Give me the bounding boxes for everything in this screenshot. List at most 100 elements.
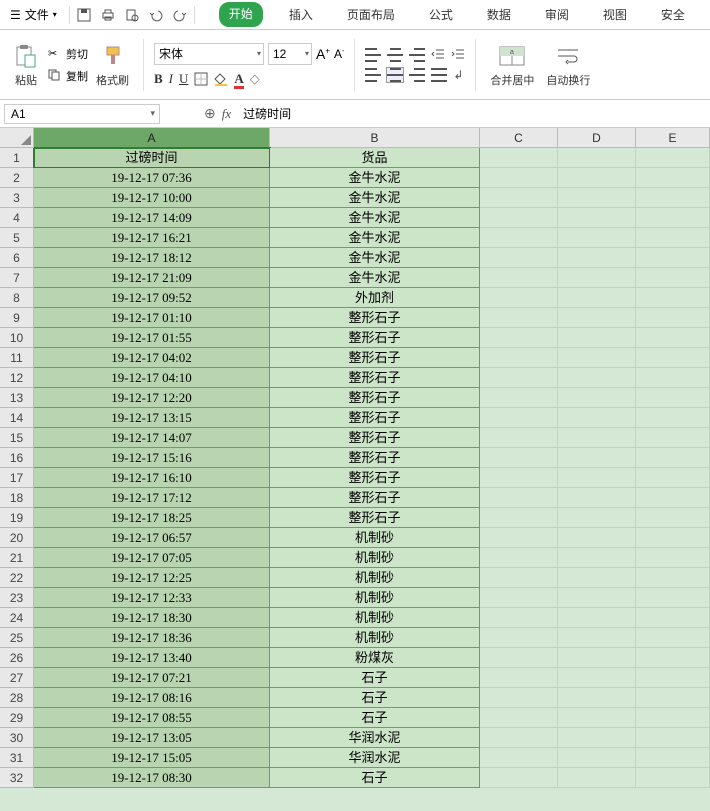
cell[interactable] xyxy=(558,348,636,368)
tab-review[interactable]: 审阅 xyxy=(537,2,577,27)
tab-data[interactable]: 数据 xyxy=(479,2,519,27)
font-name-combo[interactable]: 宋体▾ xyxy=(154,43,264,65)
cell[interactable] xyxy=(558,288,636,308)
cell[interactable] xyxy=(636,348,710,368)
cell[interactable] xyxy=(480,288,558,308)
cell[interactable] xyxy=(636,748,710,768)
row-header[interactable]: 21 xyxy=(0,548,34,568)
cell[interactable] xyxy=(480,508,558,528)
cell[interactable]: 19-12-17 08:30 xyxy=(34,768,270,788)
cell[interactable] xyxy=(558,148,636,168)
cell[interactable] xyxy=(636,248,710,268)
row-header[interactable]: 12 xyxy=(0,368,34,388)
cell[interactable]: 19-12-17 12:33 xyxy=(34,588,270,608)
row-header[interactable]: 18 xyxy=(0,488,34,508)
align-left-icon[interactable] xyxy=(365,68,381,82)
row-header[interactable]: 14 xyxy=(0,408,34,428)
row-header[interactable]: 10 xyxy=(0,328,34,348)
cell[interactable]: 机制砂 xyxy=(270,548,480,568)
col-header-E[interactable]: E xyxy=(636,128,710,148)
col-header-A[interactable]: A xyxy=(34,128,270,148)
cell[interactable] xyxy=(558,248,636,268)
cell[interactable] xyxy=(558,488,636,508)
row-header[interactable]: 32 xyxy=(0,768,34,788)
cell[interactable]: 整形石子 xyxy=(270,328,480,348)
copy-button[interactable]: 复制 xyxy=(48,66,88,86)
cell[interactable] xyxy=(558,528,636,548)
cell[interactable]: 金牛水泥 xyxy=(270,168,480,188)
clear-format-icon[interactable]: ◇ xyxy=(250,71,260,87)
cell[interactable] xyxy=(558,368,636,388)
cell[interactable] xyxy=(636,228,710,248)
cell[interactable] xyxy=(558,548,636,568)
cell[interactable]: 19-12-17 15:16 xyxy=(34,448,270,468)
orientation-icon[interactable]: ↲ xyxy=(453,68,463,82)
cell[interactable]: 整形石子 xyxy=(270,408,480,428)
cell[interactable] xyxy=(480,448,558,468)
cell[interactable]: 整形石子 xyxy=(270,388,480,408)
redo-icon[interactable] xyxy=(172,7,188,23)
cell[interactable] xyxy=(636,488,710,508)
decrease-indent-icon[interactable] xyxy=(431,49,445,61)
cell[interactable] xyxy=(558,708,636,728)
cell[interactable] xyxy=(480,228,558,248)
paste-group[interactable]: 粘贴 xyxy=(8,42,44,88)
cell[interactable]: 19-12-17 21:09 xyxy=(34,268,270,288)
cell[interactable] xyxy=(558,468,636,488)
cell[interactable]: 石子 xyxy=(270,688,480,708)
cell[interactable]: 机制砂 xyxy=(270,588,480,608)
cell[interactable]: 机制砂 xyxy=(270,528,480,548)
cell[interactable]: 19-12-17 07:05 xyxy=(34,548,270,568)
cell[interactable]: 19-12-17 18:36 xyxy=(34,628,270,648)
cell[interactable]: 19-12-17 17:12 xyxy=(34,488,270,508)
cell[interactable] xyxy=(636,628,710,648)
cut-button[interactable]: ✂剪切 xyxy=(48,44,88,64)
tab-start[interactable]: 开始 xyxy=(219,2,263,27)
cell[interactable]: 19-12-17 01:10 xyxy=(34,308,270,328)
cell[interactable] xyxy=(480,488,558,508)
cell[interactable] xyxy=(480,528,558,548)
name-box[interactable]: A1 ▾ xyxy=(4,104,160,124)
cell[interactable] xyxy=(558,448,636,468)
cell[interactable] xyxy=(558,428,636,448)
cell[interactable]: 整形石子 xyxy=(270,508,480,528)
row-header[interactable]: 7 xyxy=(0,268,34,288)
cell[interactable] xyxy=(480,628,558,648)
cell[interactable] xyxy=(480,708,558,728)
cell[interactable] xyxy=(480,328,558,348)
col-header-C[interactable]: C xyxy=(480,128,558,148)
tab-page-layout[interactable]: 页面布局 xyxy=(339,2,403,27)
align-bottom-icon[interactable] xyxy=(409,48,425,62)
row-header[interactable]: 28 xyxy=(0,688,34,708)
cell[interactable] xyxy=(480,688,558,708)
fill-color-button[interactable] xyxy=(214,72,228,86)
cell[interactable] xyxy=(480,388,558,408)
cell[interactable]: 19-12-17 04:02 xyxy=(34,348,270,368)
row-header[interactable]: 3 xyxy=(0,188,34,208)
cell[interactable] xyxy=(480,208,558,228)
row-header[interactable]: 11 xyxy=(0,348,34,368)
underline-button[interactable]: U xyxy=(179,71,188,87)
row-header[interactable]: 16 xyxy=(0,448,34,468)
cell[interactable]: 19-12-17 18:30 xyxy=(34,608,270,628)
cell[interactable] xyxy=(480,748,558,768)
print-preview-icon[interactable] xyxy=(124,7,140,23)
cell[interactable] xyxy=(480,188,558,208)
cell[interactable]: 金牛水泥 xyxy=(270,248,480,268)
row-header[interactable]: 6 xyxy=(0,248,34,268)
cell[interactable]: 19-12-17 16:10 xyxy=(34,468,270,488)
cell[interactable] xyxy=(558,388,636,408)
cell[interactable] xyxy=(480,348,558,368)
cell[interactable]: 外加剂 xyxy=(270,288,480,308)
col-header-D[interactable]: D xyxy=(558,128,636,148)
cell[interactable] xyxy=(558,688,636,708)
cell[interactable]: 19-12-17 08:55 xyxy=(34,708,270,728)
cell[interactable]: 金牛水泥 xyxy=(270,228,480,248)
cell[interactable] xyxy=(636,728,710,748)
cell[interactable]: 石子 xyxy=(270,768,480,788)
cell[interactable]: 石子 xyxy=(270,708,480,728)
formula-content[interactable]: 过磅时间 xyxy=(237,105,710,122)
cell[interactable]: 19-12-17 16:21 xyxy=(34,228,270,248)
cell[interactable] xyxy=(480,608,558,628)
cell[interactable]: 机制砂 xyxy=(270,608,480,628)
